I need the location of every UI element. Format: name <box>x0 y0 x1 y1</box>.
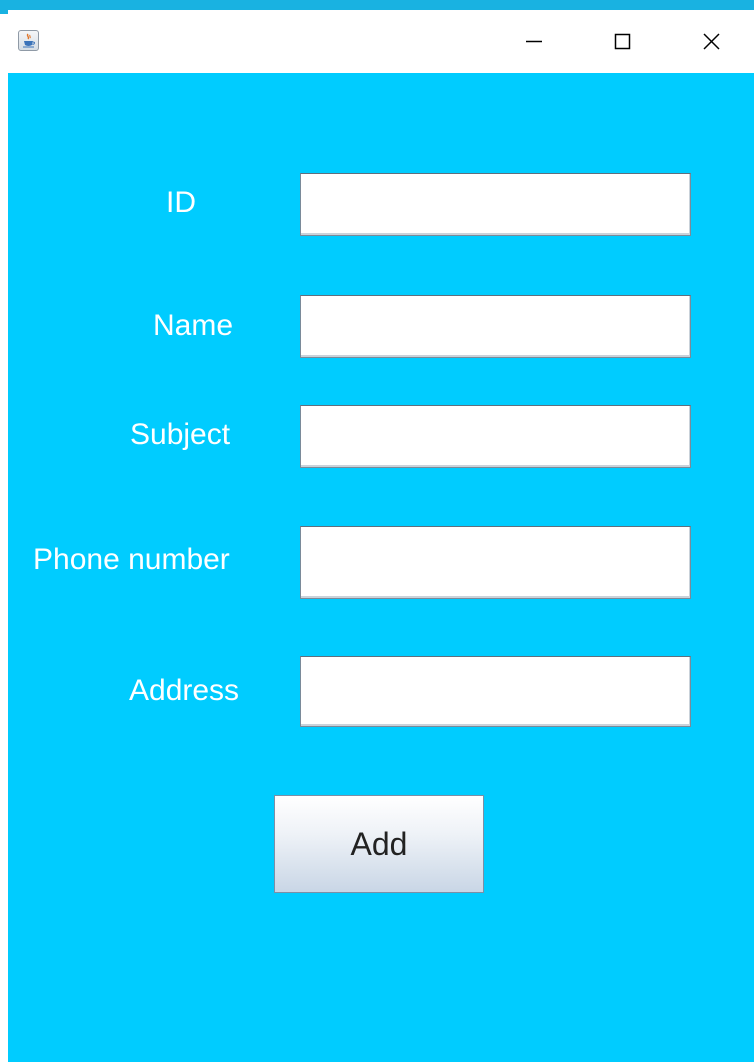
subject-label: Subject <box>130 418 231 451</box>
name-label: Name <box>153 309 234 342</box>
address-label: Address <box>129 674 240 707</box>
minimize-icon <box>526 40 542 43</box>
subject-field[interactable] <box>300 405 691 468</box>
add-button[interactable]: Add <box>274 795 484 893</box>
phone-number-field[interactable] <box>300 526 691 599</box>
phone-number-label: Phone number <box>33 543 230 576</box>
minimize-button[interactable] <box>503 10 563 73</box>
close-button[interactable] <box>681 10 741 73</box>
maximize-icon <box>614 33 631 50</box>
close-icon <box>703 33 720 50</box>
id-field[interactable] <box>300 173 691 236</box>
name-field[interactable] <box>300 295 691 358</box>
title-bar[interactable] <box>8 10 754 73</box>
maximize-button[interactable] <box>593 10 653 73</box>
id-label: ID <box>166 186 196 219</box>
app-window: ID Name Subject Phone number Address Add <box>8 10 754 1062</box>
address-field[interactable] <box>300 656 691 727</box>
java-cup-icon[interactable] <box>18 30 39 51</box>
